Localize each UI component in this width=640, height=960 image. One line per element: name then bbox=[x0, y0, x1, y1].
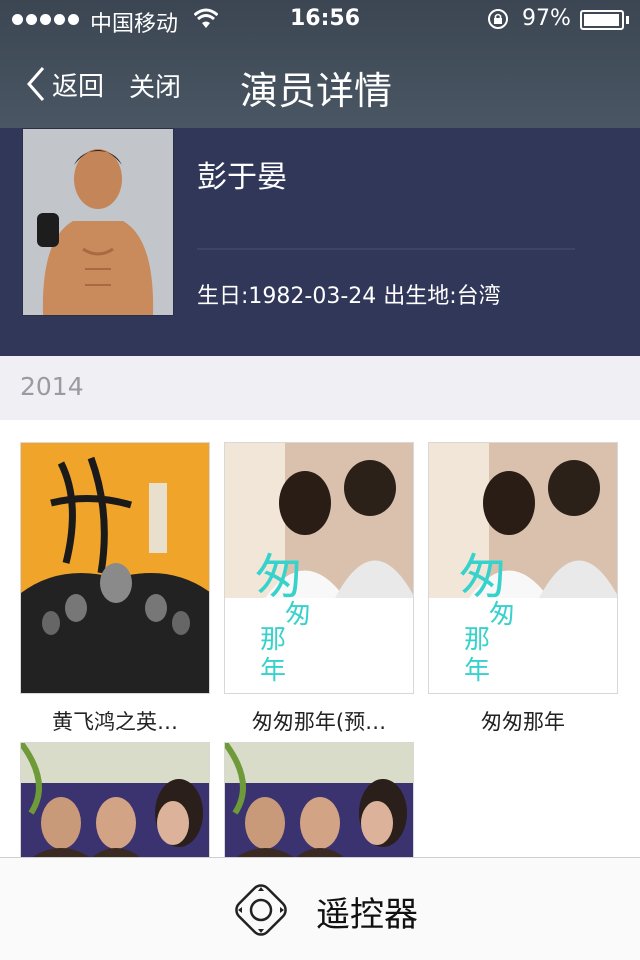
movie-title: 匆匆那年(预… bbox=[251, 710, 387, 734]
carrier-name: 中国移动 bbox=[90, 12, 179, 37]
remote-control-icon bbox=[235, 884, 287, 936]
back-button[interactable]: 返回 bbox=[26, 66, 104, 102]
movie-poster bbox=[224, 742, 414, 857]
actor-birth-info: 生日:1982-03-24 出生地:台湾 bbox=[197, 284, 501, 309]
actor-header: 彭于晏 生日:1982-03-24 出生地:台湾 bbox=[0, 128, 640, 356]
year-section-header: 2014 bbox=[0, 356, 640, 420]
battery-level bbox=[584, 14, 619, 26]
movie-poster: 匆 匆 那 年 bbox=[428, 442, 618, 694]
svg-text:匆: 匆 bbox=[285, 600, 311, 630]
svg-text:匆: 匆 bbox=[489, 600, 515, 630]
top-bar: 中国移动 16:56 97% 返回 关闭 演员详情 bbox=[0, 0, 640, 128]
svg-text:那: 那 bbox=[260, 625, 286, 655]
chevron-left-icon bbox=[27, 67, 45, 101]
battery-percentage: 97% bbox=[522, 6, 571, 31]
movie-title: 黄飞鸿之英… bbox=[52, 710, 178, 734]
svg-text:那: 那 bbox=[464, 625, 490, 655]
movie-title: 匆匆那年 bbox=[481, 710, 565, 734]
divider bbox=[197, 248, 575, 250]
signal-dots-icon bbox=[12, 14, 79, 25]
battery-tip bbox=[626, 16, 629, 24]
battery-icon bbox=[580, 10, 624, 30]
svg-text:年: 年 bbox=[464, 656, 490, 686]
actor-photo bbox=[22, 128, 174, 316]
remote-control-bar[interactable]: 遥控器 bbox=[0, 857, 640, 960]
status-time: 16:56 bbox=[290, 6, 361, 31]
page-title: 演员详情 bbox=[240, 69, 393, 113]
close-button[interactable]: 关闭 bbox=[129, 67, 181, 104]
movie-poster bbox=[20, 442, 210, 694]
actor-name: 彭于晏 bbox=[197, 160, 287, 195]
svg-text:匆: 匆 bbox=[459, 549, 507, 605]
svg-text:年: 年 bbox=[260, 656, 286, 686]
movie-poster bbox=[20, 742, 210, 857]
year-label: 2014 bbox=[20, 372, 84, 401]
movie-poster: 匆 匆 那 年 bbox=[224, 442, 414, 694]
status-bar: 中国移动 16:56 97% bbox=[0, 0, 640, 40]
remote-control-label: 遥控器 bbox=[316, 895, 418, 935]
rotation-lock-icon bbox=[488, 9, 508, 29]
back-label: 返回 bbox=[52, 71, 105, 102]
wifi-icon bbox=[194, 8, 218, 28]
nav-bar: 返回 关闭 演员详情 bbox=[0, 40, 640, 128]
movie-grid: 黄飞鸿之英… 匆 匆 那 年 匆匆那年(预… 匆 匆 那 年 匆匆那年 bbox=[0, 420, 640, 857]
svg-text:匆: 匆 bbox=[255, 549, 303, 605]
